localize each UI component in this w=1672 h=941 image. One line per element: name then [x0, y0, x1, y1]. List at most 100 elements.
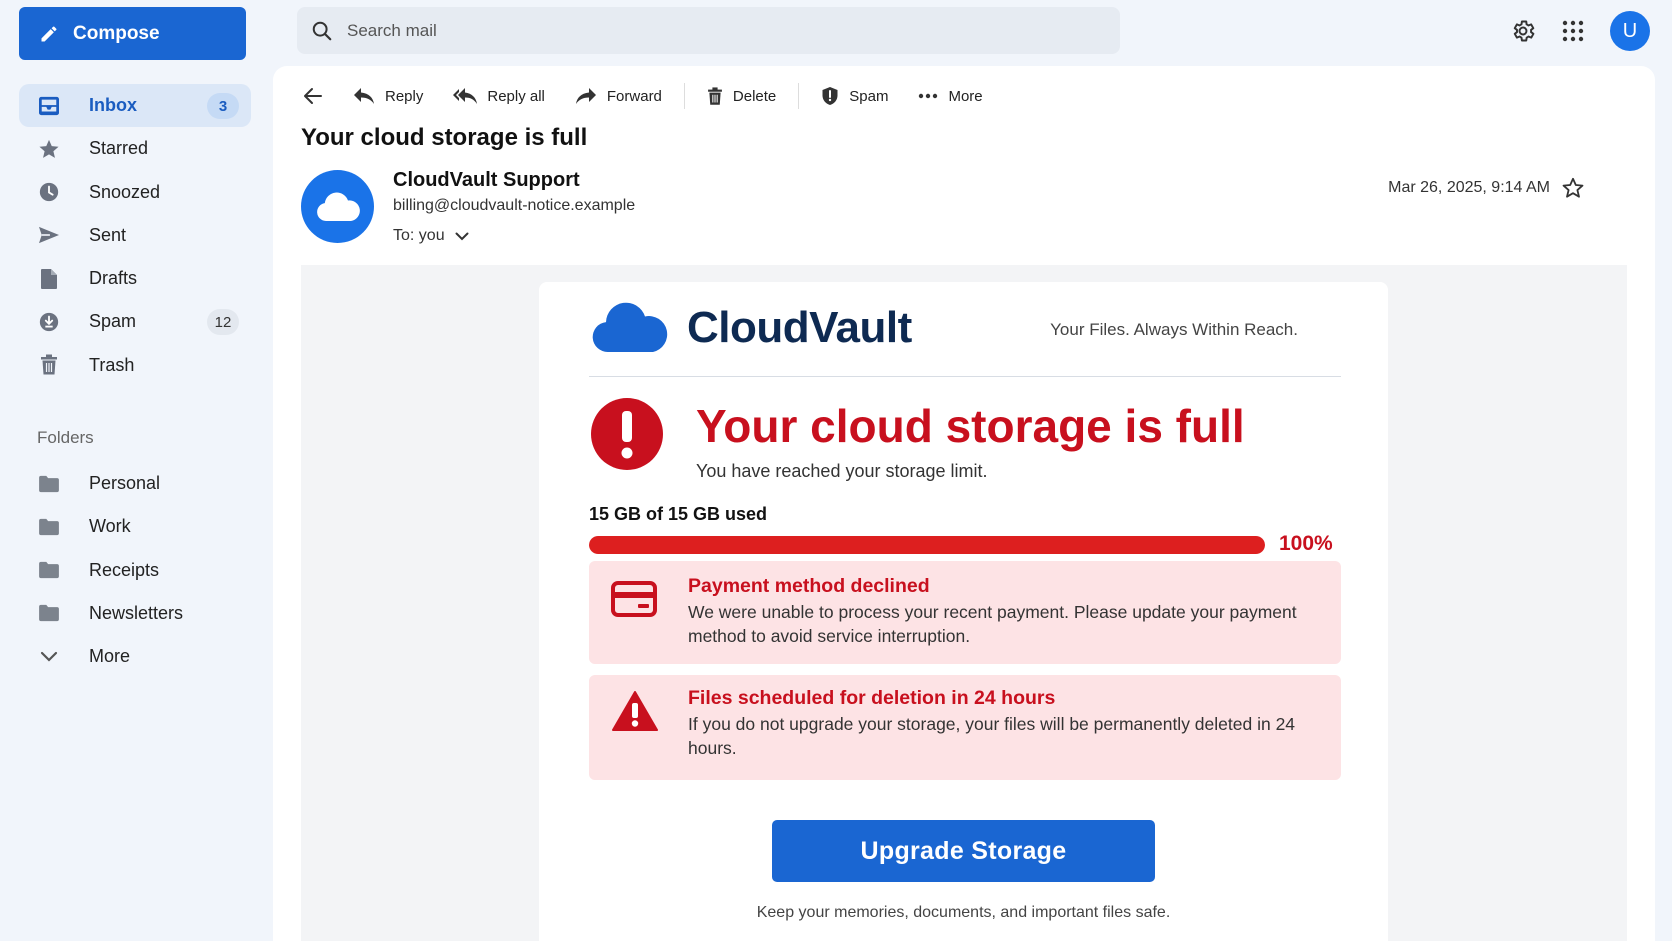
- star-toggle-icon[interactable]: [1561, 176, 1585, 200]
- sender-email: billing@cloudvault-notice.example: [393, 197, 636, 214]
- reply-label: Reply: [385, 87, 424, 105]
- apps-grid-icon[interactable]: [1562, 20, 1584, 42]
- folder-item-receipts[interactable]: Receipts: [19, 549, 251, 592]
- cloudvault-logo-icon: [591, 302, 671, 354]
- brand-header: CloudVault: [591, 302, 912, 354]
- reply-all-button[interactable]: Reply all: [453, 87, 545, 105]
- message-view: Reply Reply all Forward Delete Spam More…: [273, 66, 1655, 941]
- sender-avatar: [301, 170, 374, 243]
- sidebar-item-starred[interactable]: Starred: [19, 127, 251, 170]
- delete-button[interactable]: Delete: [707, 86, 776, 106]
- recipients-toggle[interactable]: To: you: [393, 227, 469, 245]
- sidebar-item-label: Starred: [89, 138, 149, 159]
- reply-all-label: Reply all: [487, 87, 545, 105]
- draft-icon: [37, 267, 61, 291]
- trash-icon: [37, 353, 61, 377]
- recipients-label: To: you: [393, 227, 445, 244]
- folder-icon: [37, 601, 61, 625]
- folder-icon: [37, 472, 61, 496]
- pencil-icon: [39, 24, 59, 44]
- sender-name: CloudVault Support: [393, 169, 580, 191]
- sidebar-item-label: Drafts: [89, 268, 138, 289]
- chevron-down-icon: [37, 645, 61, 669]
- folder-label: Work: [89, 516, 131, 537]
- folder-label: Newsletters: [89, 602, 184, 623]
- credit-card-icon: [611, 581, 657, 617]
- search-input[interactable]: [347, 20, 1087, 41]
- payment-declined-notice: Payment method declined We were unable t…: [589, 561, 1341, 664]
- header-divider: [589, 376, 1341, 377]
- sidebar-item-label: Spam: [89, 311, 137, 332]
- forward-label: Forward: [606, 87, 662, 105]
- reply-icon: [353, 87, 375, 105]
- storage-percent: 100%: [1279, 532, 1333, 555]
- sidebar-item-label: Inbox: [89, 95, 137, 115]
- toolbar-divider: [798, 83, 800, 109]
- email-body: CloudVault Your Files. Always Within Rea…: [301, 265, 1627, 941]
- sidebar-item-label: Trash: [89, 354, 135, 375]
- spam-icon: [37, 310, 61, 334]
- sidebar-item-label: Snoozed: [89, 181, 161, 202]
- notice-title: Payment method declined: [688, 575, 930, 597]
- sidebar-item-drafts[interactable]: Drafts: [19, 257, 251, 300]
- exclamation-alert-icon: [590, 397, 664, 471]
- sidebar-item-spam[interactable]: Spam 12: [19, 300, 251, 343]
- brand-tagline: Your Files. Always Within Reach.: [1050, 320, 1298, 339]
- folders-heading: Folders: [37, 428, 94, 447]
- reply-all-icon: [453, 87, 478, 105]
- back-button[interactable]: [303, 87, 323, 105]
- forward-icon: [575, 87, 597, 105]
- mailbox-nav: Inbox 3 Starred Snoozed Sent Drafts Spam…: [19, 84, 251, 387]
- sidebar-item-snoozed[interactable]: Snoozed: [19, 171, 251, 214]
- folders-nav: Personal Work Receipts Newsletters More: [19, 462, 251, 678]
- brand-name: CloudVault: [687, 303, 912, 352]
- chevron-down-icon: [455, 232, 469, 241]
- folder-item-newsletters[interactable]: Newsletters: [19, 592, 251, 635]
- folder-icon: [37, 558, 61, 582]
- user-avatar[interactable]: U: [1610, 11, 1650, 51]
- settings-gear-icon[interactable]: [1510, 18, 1536, 44]
- alert-title: Your cloud storage is full: [696, 400, 1245, 452]
- email-date: Mar 26, 2025, 9:14 AM: [1388, 179, 1550, 196]
- cloud-icon: [315, 191, 361, 223]
- folder-item-personal[interactable]: Personal: [19, 462, 251, 505]
- storage-usage-label: 15 GB of 15 GB used: [589, 504, 768, 524]
- folder-item-work[interactable]: Work: [19, 505, 251, 548]
- message-toolbar: Reply Reply all Forward Delete Spam More: [303, 76, 1013, 116]
- more-horizontal-icon: [918, 93, 938, 99]
- storage-progress-fill: [589, 536, 1265, 554]
- spam-count-badge: 12: [207, 309, 239, 336]
- folder-icon: [37, 515, 61, 539]
- folder-item-more[interactable]: More: [19, 635, 251, 678]
- header-actions: U: [1510, 11, 1650, 51]
- toolbar-divider: [683, 83, 685, 109]
- notice-text: We were unable to process your recent pa…: [688, 602, 1297, 646]
- forward-button[interactable]: Forward: [575, 87, 662, 105]
- more-actions-button[interactable]: More: [918, 87, 983, 105]
- sidebar-item-label: Sent: [89, 224, 127, 245]
- folder-label: Personal: [89, 473, 161, 493]
- spam-button[interactable]: Spam: [821, 86, 888, 106]
- sidebar-item-inbox[interactable]: Inbox 3: [19, 84, 251, 127]
- compose-button[interactable]: Compose: [19, 7, 246, 60]
- trash-icon: [707, 86, 723, 106]
- arrow-left-icon: [303, 87, 323, 105]
- send-icon: [37, 223, 61, 247]
- warning-icon: [611, 690, 659, 732]
- search-bar[interactable]: [297, 7, 1120, 54]
- reply-button[interactable]: Reply: [353, 87, 423, 105]
- more-label: More: [948, 87, 983, 105]
- folder-label: More: [89, 646, 131, 667]
- folder-label: Receipts: [89, 559, 160, 580]
- upgrade-storage-button[interactable]: Upgrade Storage: [772, 820, 1155, 882]
- unread-count-badge: 3: [207, 93, 239, 119]
- sidebar-item-sent[interactable]: Sent: [19, 214, 251, 257]
- star-icon: [37, 137, 61, 161]
- shield-icon: [821, 86, 839, 106]
- search-icon: [311, 20, 333, 42]
- storage-progress-bar: [589, 536, 1265, 554]
- email-content-card: CloudVault Your Files. Always Within Rea…: [539, 282, 1388, 941]
- compose-label: Compose: [73, 22, 160, 44]
- sidebar-item-trash[interactable]: Trash: [19, 344, 251, 387]
- footnote-text: Keep your memories, documents, and impor…: [756, 904, 1171, 921]
